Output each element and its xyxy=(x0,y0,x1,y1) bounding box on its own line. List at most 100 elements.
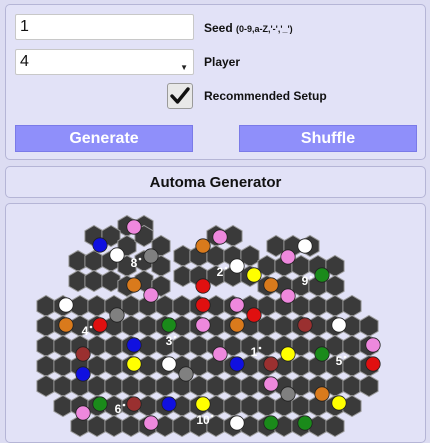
piece-yellow xyxy=(331,395,347,411)
tile-marker xyxy=(173,335,177,339)
player-select-value: 4 xyxy=(20,53,29,70)
piece-red xyxy=(195,278,211,294)
piece-yellow xyxy=(280,346,296,362)
piece-white xyxy=(229,415,245,431)
hex-cell xyxy=(257,394,277,418)
piece-pink xyxy=(143,287,159,303)
hex-cell xyxy=(104,334,124,358)
hex-cell xyxy=(84,249,104,273)
hex-cell xyxy=(155,414,175,438)
tile-number-label: 8 xyxy=(131,256,138,270)
piece-red xyxy=(246,307,262,323)
piece-white xyxy=(161,356,177,372)
hex-cell xyxy=(291,394,311,418)
piece-pink xyxy=(126,219,142,235)
piece-pink xyxy=(263,376,279,392)
piece-pink xyxy=(143,415,159,431)
tile-number-label: 3 xyxy=(166,334,173,348)
hex-cell xyxy=(291,354,311,378)
seed-label: Seed (0-9,a-Z,'-','_') xyxy=(204,21,293,35)
hex-cell xyxy=(189,374,209,398)
hex-cell xyxy=(342,334,362,358)
piece-orange xyxy=(263,277,279,293)
seed-input[interactable]: 1 xyxy=(15,14,194,40)
piece-gray xyxy=(178,366,194,382)
hex-cell xyxy=(84,269,104,293)
piece-darkred xyxy=(126,396,142,412)
hex-cell xyxy=(70,294,90,318)
piece-red xyxy=(365,356,381,372)
hex-cell xyxy=(342,374,362,398)
piece-orange xyxy=(126,277,142,293)
hex-cell xyxy=(172,414,192,438)
piece-gray xyxy=(109,307,125,323)
tile-number-label: 10 xyxy=(196,413,210,427)
hex-cell xyxy=(121,314,141,338)
piece-green xyxy=(161,317,177,333)
hex-cell xyxy=(36,294,56,318)
piece-pink xyxy=(195,317,211,333)
hex-cell xyxy=(308,294,328,318)
hex-cell xyxy=(87,354,107,378)
hex-cell xyxy=(36,314,56,338)
tile-marker xyxy=(138,257,142,261)
hex-cell xyxy=(104,414,124,438)
hex-cell xyxy=(87,374,107,398)
piece-yellow xyxy=(246,267,262,283)
piece-blue xyxy=(92,237,108,253)
piece-green xyxy=(263,415,279,431)
piece-darkred xyxy=(297,317,313,333)
hex-cell xyxy=(173,244,193,268)
shuffle-button[interactable]: Shuffle xyxy=(239,125,417,152)
player-select[interactable]: 4 ▼ xyxy=(15,49,194,75)
hex-cell xyxy=(53,374,73,398)
hex-cell xyxy=(104,374,124,398)
piece-yellow xyxy=(126,356,142,372)
hex-cell xyxy=(240,374,260,398)
hex-cell xyxy=(173,264,193,288)
hex-cell xyxy=(36,374,56,398)
generate-button[interactable]: Generate xyxy=(15,125,193,152)
piece-blue xyxy=(126,337,142,353)
chevron-down-icon: ▼ xyxy=(180,63,188,72)
piece-red xyxy=(195,297,211,313)
tile-number-label: 9 xyxy=(302,274,309,288)
hex-cell xyxy=(138,334,158,358)
tile-marker xyxy=(89,325,93,329)
hex-cell xyxy=(325,414,345,438)
tile-marker xyxy=(258,346,262,350)
piece-green xyxy=(92,396,108,412)
hex-cell xyxy=(359,314,379,338)
piece-orange xyxy=(314,386,330,402)
setup-form: 1 Seed (0-9,a-Z,'-','_') 4 ▼ Player Reco… xyxy=(5,4,426,160)
hex-cell xyxy=(53,354,73,378)
piece-yellow xyxy=(195,396,211,412)
tile-marker xyxy=(309,275,313,279)
piece-gray xyxy=(280,386,296,402)
piece-darkred xyxy=(75,346,91,362)
piece-gray xyxy=(143,248,159,264)
hex-cell xyxy=(138,314,158,338)
piece-green xyxy=(314,346,330,362)
piece-pink xyxy=(212,229,228,245)
piece-white xyxy=(58,297,74,313)
recommended-setup-label: Recommended Setup xyxy=(204,89,327,103)
game-board: 8 2 9 4 3 1 5 6 10 xyxy=(36,214,381,438)
piece-pink xyxy=(365,337,381,353)
hex-cell xyxy=(36,334,56,358)
hex-cell xyxy=(121,294,141,318)
piece-white xyxy=(331,317,347,333)
piece-orange xyxy=(195,238,211,254)
hex-cell xyxy=(155,294,175,318)
hex-cell xyxy=(342,294,362,318)
tile-marker xyxy=(224,266,228,270)
recommended-setup-checkbox[interactable] xyxy=(167,83,193,109)
hex-cell xyxy=(359,374,379,398)
piece-blue xyxy=(161,396,177,412)
hex-cell xyxy=(189,334,209,358)
player-label: Player xyxy=(204,55,241,69)
piece-darkred xyxy=(263,356,279,372)
hex-cell xyxy=(172,294,192,318)
hex-cell xyxy=(53,394,73,418)
hex-cell xyxy=(68,249,88,273)
